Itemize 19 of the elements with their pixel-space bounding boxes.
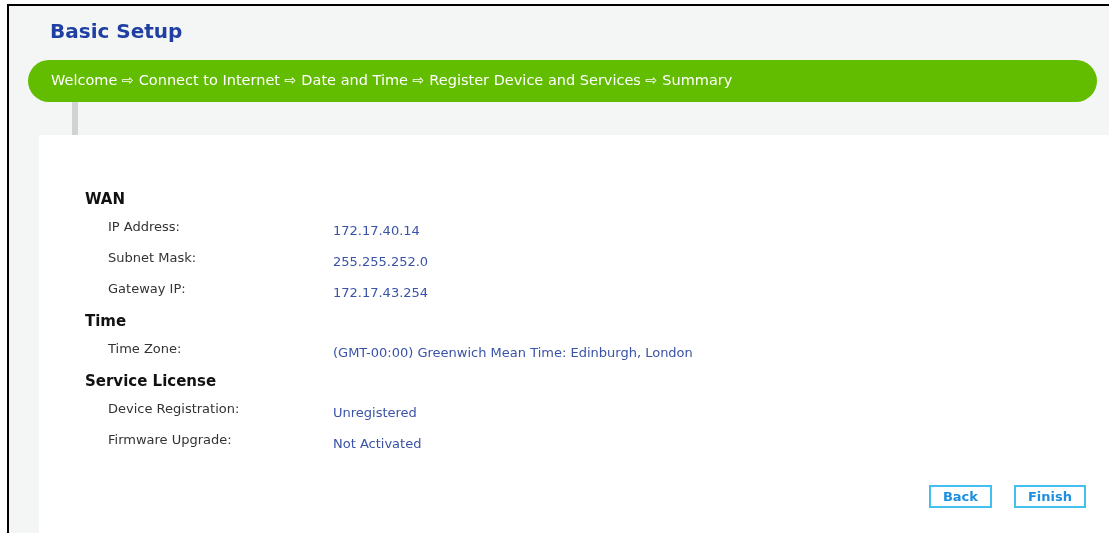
section-heading: WAN (85, 189, 127, 210)
field-value: 172.17.40.14 (333, 223, 420, 238)
finish-button[interactable]: Finish (1013, 485, 1086, 508)
field-value: 255.255.252.0 (333, 254, 429, 269)
field-value: (GMT-00:00) Greenwich Mean Time: Edinburgh, London (333, 345, 693, 360)
field-label: Device Registration: (107, 401, 241, 416)
wizard-steps-bar: Welcome ⇨ Connect to Internet ⇨ Date and Time ⇨ Register Device and Services ⇨ Summary (28, 60, 1097, 102)
field-value: Not Activated (333, 436, 422, 451)
back-button[interactable]: Back (928, 485, 992, 508)
field-label: Gateway IP: (107, 281, 187, 296)
field-label: Subnet Mask: (107, 250, 198, 265)
field-label: Time Zone: (107, 341, 183, 356)
field-label: IP Address: (107, 219, 181, 234)
page-title: Basic Setup (50, 18, 184, 45)
section-heading: Time (85, 311, 128, 332)
section-heading: Service License (85, 371, 218, 392)
field-label: Firmware Upgrade: (107, 432, 233, 447)
field-value: Unregistered (333, 405, 417, 420)
field-value: 172.17.43.254 (333, 285, 429, 300)
